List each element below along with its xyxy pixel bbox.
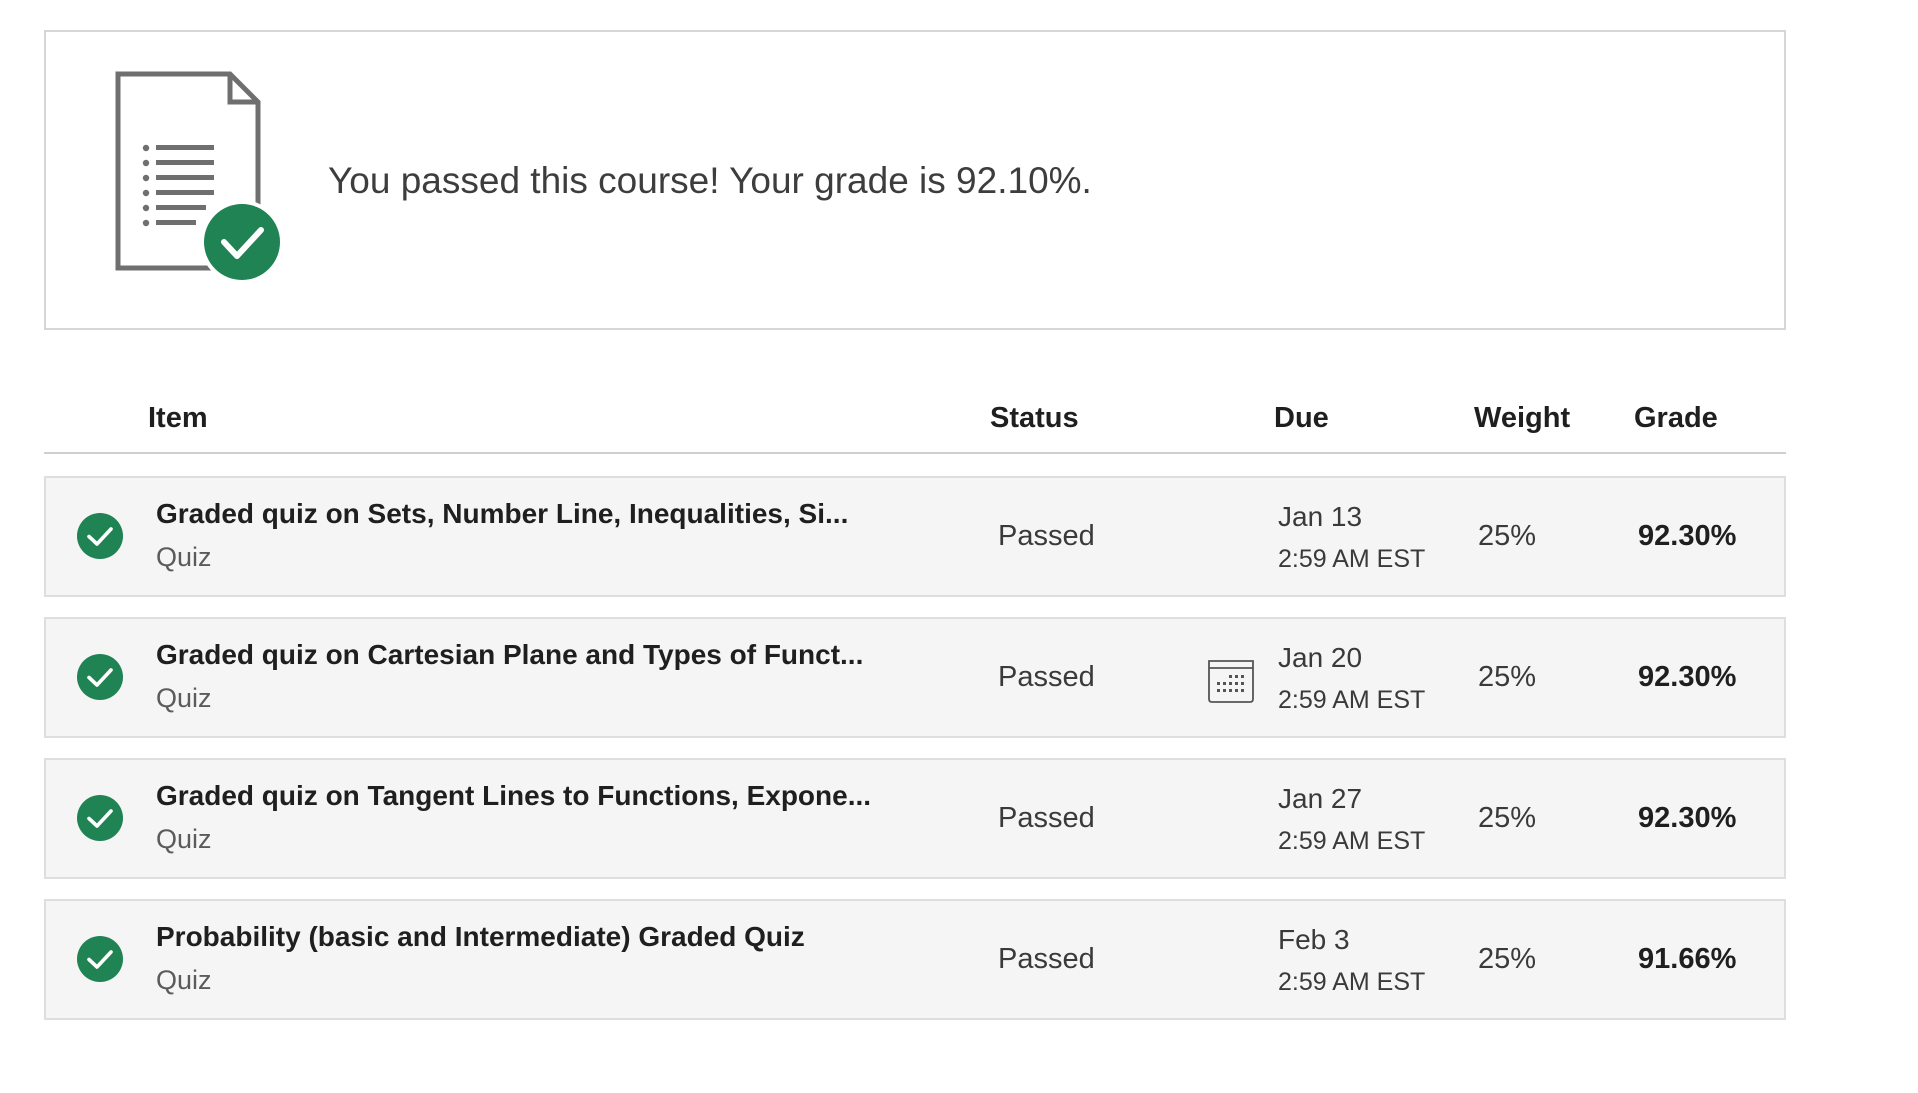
check-circle-icon — [77, 936, 123, 982]
course-passed-banner: You passed this course! Your grade is 92… — [44, 30, 1786, 330]
item-weight: 25% — [1478, 520, 1537, 552]
table-row[interactable]: Probability (basic and Intermediate) Gra… — [44, 899, 1786, 1020]
item-status: Passed — [998, 520, 1095, 552]
item-type: Quiz — [156, 683, 212, 713]
check-circle-icon — [200, 200, 284, 284]
item-status: Passed — [998, 802, 1095, 834]
due-date: Jan 13 — [1278, 501, 1363, 532]
column-header-weight: Weight — [1474, 402, 1571, 434]
item-status: Passed — [998, 661, 1095, 693]
due-time: 2:59 AM EST — [1278, 545, 1426, 573]
item-grade: 92.30% — [1638, 520, 1737, 552]
calendar-icon[interactable] — [1206, 655, 1256, 705]
item-status: Passed — [998, 943, 1095, 975]
item-weight: 25% — [1478, 943, 1537, 975]
item-type: Quiz — [156, 965, 212, 995]
column-header-status: Status — [990, 402, 1079, 434]
due-time: 2:59 AM EST — [1278, 968, 1426, 996]
item-grade: 91.66% — [1638, 943, 1737, 975]
check-circle-icon — [77, 513, 123, 559]
item-weight: 25% — [1478, 661, 1537, 693]
table-row[interactable]: Graded quiz on Tangent Lines to Function… — [44, 758, 1786, 879]
item-weight: 25% — [1478, 802, 1537, 834]
item-title-link[interactable]: Graded quiz on Cartesian Plane and Types… — [156, 639, 916, 671]
document-checklist-icon — [108, 70, 298, 284]
due-date: Jan 27 — [1278, 783, 1363, 814]
course-grade-message: You passed this course! Your grade is 92… — [328, 160, 1092, 201]
column-header-due: Due — [1274, 402, 1329, 434]
table-row[interactable]: Graded quiz on Sets, Number Line, Inequa… — [44, 476, 1786, 597]
check-circle-icon — [77, 795, 123, 841]
check-circle-icon — [77, 654, 123, 700]
item-title-link[interactable]: Graded quiz on Sets, Number Line, Inequa… — [156, 498, 916, 530]
due-time: 2:59 AM EST — [1278, 686, 1426, 714]
grades-table-header: Item Status Due Weight Grade — [44, 386, 1786, 454]
due-date: Feb 3 — [1278, 924, 1350, 955]
table-row[interactable]: Graded quiz on Cartesian Plane and Types… — [44, 617, 1786, 738]
due-date: Jan 20 — [1278, 642, 1363, 673]
column-header-item: Item — [148, 402, 208, 434]
item-type: Quiz — [156, 824, 212, 854]
item-grade: 92.30% — [1638, 661, 1737, 693]
column-header-grade: Grade — [1634, 402, 1718, 434]
item-title-link[interactable]: Probability (basic and Intermediate) Gra… — [156, 921, 916, 953]
item-title-link[interactable]: Graded quiz on Tangent Lines to Function… — [156, 780, 916, 812]
item-grade: 92.30% — [1638, 802, 1737, 834]
item-type: Quiz — [156, 542, 212, 572]
due-time: 2:59 AM EST — [1278, 827, 1426, 855]
